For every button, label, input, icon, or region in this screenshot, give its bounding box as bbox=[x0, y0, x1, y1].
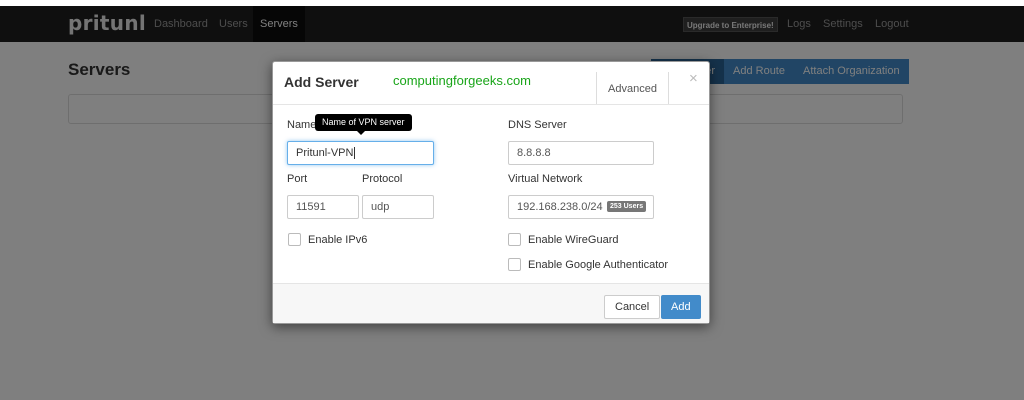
port-input[interactable]: 11591 bbox=[287, 195, 359, 219]
add-button[interactable]: Add bbox=[661, 295, 701, 319]
virtual-network-label: Virtual Network bbox=[508, 173, 583, 185]
protocol-label: Protocol bbox=[362, 173, 403, 185]
name-tooltip: Name of VPN server bbox=[315, 114, 412, 131]
virtual-network-value: 192.168.238.0/24 bbox=[517, 201, 603, 213]
wireguard-checkbox[interactable] bbox=[508, 233, 521, 246]
name-label: Name bbox=[287, 119, 317, 131]
users-badge: 253 Users bbox=[607, 201, 647, 212]
dns-input[interactable]: 8.8.8.8 bbox=[508, 141, 654, 165]
name-value: Pritunl-VPN bbox=[296, 147, 354, 159]
tooltip-arrow bbox=[357, 131, 365, 135]
ipv6-label[interactable]: Enable IPv6 bbox=[308, 234, 367, 246]
dns-value: 8.8.8.8 bbox=[517, 147, 551, 159]
ipv6-checkbox[interactable] bbox=[288, 233, 301, 246]
watermark-text: computingforgeeks.com bbox=[393, 73, 532, 88]
name-input[interactable]: Pritunl-VPN bbox=[287, 141, 434, 165]
close-icon[interactable]: × bbox=[689, 70, 698, 87]
page: pritunl Dashboard Users Servers Upgrade … bbox=[0, 6, 1024, 400]
protocol-value: udp bbox=[371, 201, 390, 213]
text-caret bbox=[354, 147, 356, 160]
modal-title: Add Server bbox=[284, 74, 359, 90]
protocol-select[interactable]: udp bbox=[362, 195, 434, 219]
google-auth-label[interactable]: Enable Google Authenticator bbox=[528, 259, 668, 271]
port-label: Port bbox=[287, 173, 308, 185]
google-auth-checkbox[interactable] bbox=[508, 258, 521, 271]
cancel-button[interactable]: Cancel bbox=[604, 295, 661, 319]
dns-label: DNS Server bbox=[508, 119, 567, 131]
port-value: 11591 bbox=[296, 201, 326, 213]
advanced-tab[interactable]: Advanced bbox=[596, 72, 669, 104]
wireguard-label[interactable]: Enable WireGuard bbox=[528, 234, 619, 246]
header-divider bbox=[273, 104, 709, 105]
virtual-network-input[interactable]: 192.168.238.0/24 253 Users bbox=[508, 195, 654, 219]
add-server-modal: Add Server computingforgeeks.com Advance… bbox=[272, 61, 710, 324]
